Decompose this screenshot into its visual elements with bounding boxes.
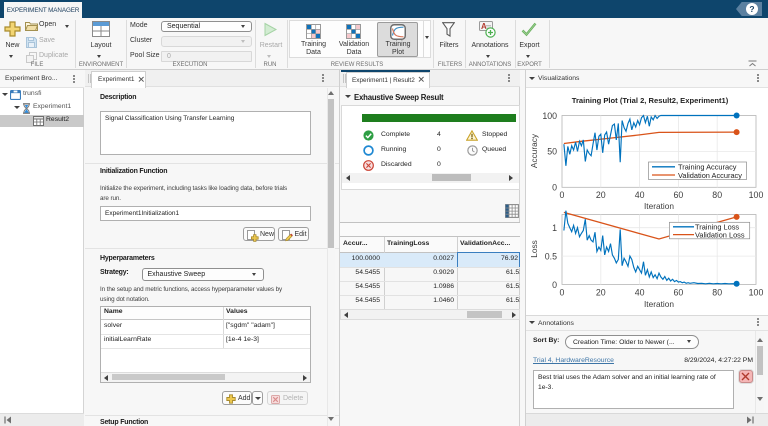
svg-text:Validation Accuracy: Validation Accuracy (678, 171, 742, 180)
svg-text:0: 0 (560, 288, 565, 298)
svg-text:100: 100 (749, 288, 764, 298)
svg-text:50: 50 (547, 147, 557, 157)
svg-text:Iteration: Iteration (644, 299, 674, 309)
svg-text:60: 60 (674, 190, 684, 200)
svg-text:80: 80 (712, 288, 722, 298)
svg-text:0: 0 (552, 183, 557, 193)
svg-text:Validation Loss: Validation Loss (695, 230, 745, 239)
svg-text:100: 100 (542, 111, 557, 121)
svg-text:Loss: Loss (529, 240, 539, 258)
svg-text:0: 0 (560, 190, 565, 200)
svg-text:A: A (481, 22, 487, 31)
svg-text:1: 1 (552, 223, 557, 233)
svg-text:20: 20 (596, 288, 606, 298)
svg-text:0.5: 0.5 (545, 252, 557, 262)
svg-text:20: 20 (596, 190, 606, 200)
svg-text:80: 80 (712, 190, 722, 200)
svg-text:60: 60 (674, 288, 684, 298)
svg-text:Iteration: Iteration (644, 201, 674, 211)
svg-text:40: 40 (635, 288, 645, 298)
svg-text:Accuracy: Accuracy (529, 133, 539, 168)
svg-text:0: 0 (552, 280, 557, 290)
svg-text:40: 40 (635, 190, 645, 200)
svg-text:Training Plot (Trial 2, Result: Training Plot (Trial 2, Result2, Experim… (572, 96, 729, 105)
svg-text:100: 100 (749, 190, 764, 200)
